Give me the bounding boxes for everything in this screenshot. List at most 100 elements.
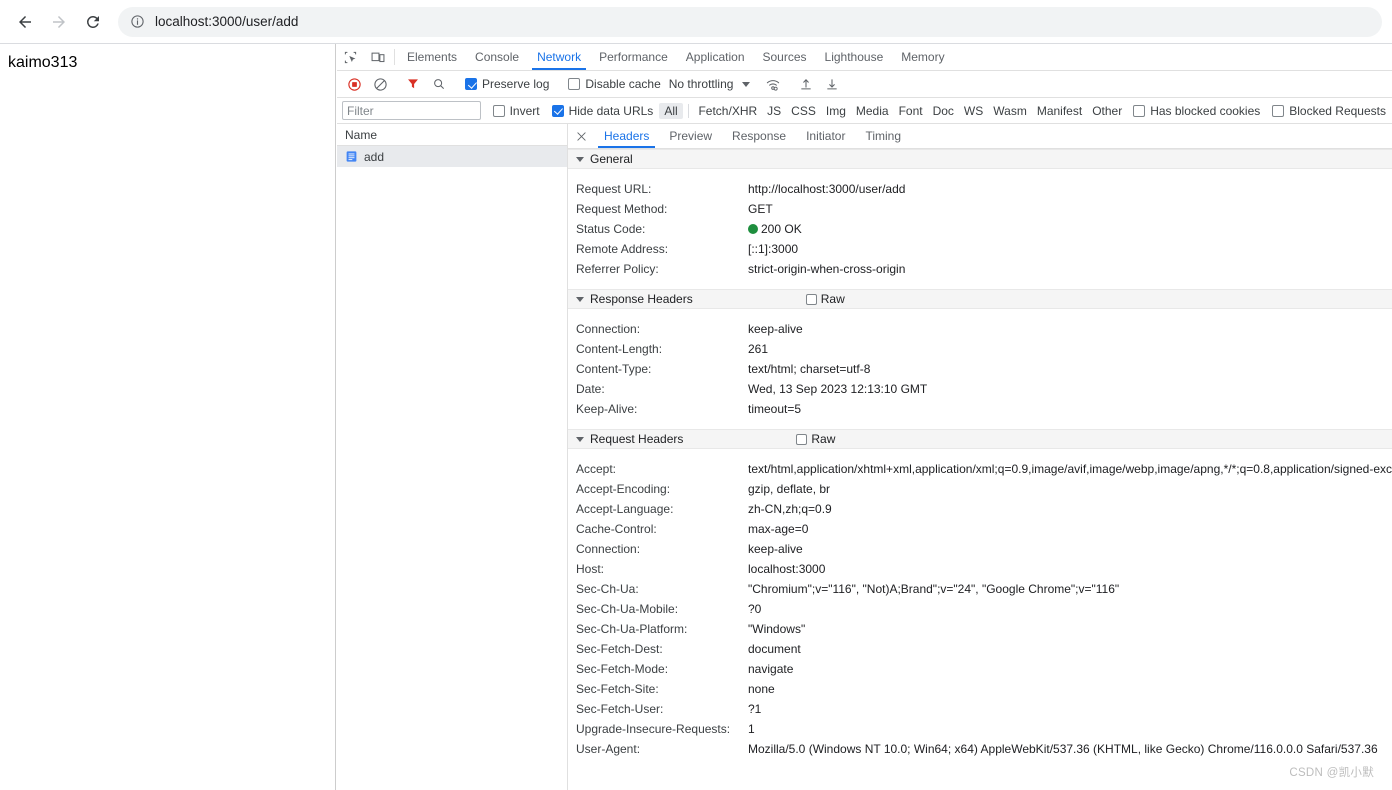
network-conditions-button[interactable] [760, 72, 786, 96]
header-row: Connection: keep-alive [568, 319, 1392, 339]
disable-cache-checkbox[interactable]: Disable cache [562, 77, 666, 91]
filter-type-wasm[interactable]: Wasm [988, 103, 1032, 119]
section-request-headers-title: Request Headers [590, 432, 684, 446]
browser-toolbar: localhost:3000/user/add [0, 0, 1392, 44]
header-row: Sec-Fetch-Mode: navigate [568, 659, 1392, 679]
filter-type-fetch-xhr[interactable]: Fetch/XHR [693, 103, 762, 119]
header-key: Sec-Ch-Ua-Platform: [576, 622, 688, 636]
chevron-down-icon[interactable] [742, 81, 751, 87]
record-button[interactable] [341, 72, 367, 96]
detail-tab-timing[interactable]: Timing [855, 124, 911, 148]
header-value: ?0 [748, 602, 762, 616]
headers-content: General Request URL: http://localhost:30… [568, 149, 1392, 790]
request-raw-label: Raw [811, 432, 836, 446]
wifi-settings-icon [767, 79, 780, 91]
inspect-cursor-icon [344, 51, 357, 63]
invert-checkbox[interactable]: Invert [487, 104, 546, 118]
devtools-tab-performance[interactable]: Performance [590, 44, 677, 70]
section-response-headers-header[interactable]: Response Headers Raw [568, 289, 1392, 309]
document-file-icon [346, 151, 357, 162]
devtools-tab-elements[interactable]: Elements [398, 44, 466, 70]
devtools-tabbar: Elements Console Network Performance App… [337, 44, 1392, 71]
detail-tab-preview[interactable]: Preview [659, 124, 722, 148]
has-blocked-cookies-checkbox[interactable]: Has blocked cookies [1127, 104, 1266, 118]
header-value: "Chromium";v="116", "Not)A;Brand";v="24"… [748, 582, 1120, 596]
close-detail-button[interactable] [568, 124, 594, 148]
header-value: localhost:3000 [748, 562, 826, 576]
site-info-icon[interactable] [130, 14, 145, 29]
header-key: Accept-Encoding: [576, 482, 671, 496]
device-toolbar-toggle-button[interactable] [364, 44, 391, 70]
devtools-tab-lighthouse[interactable]: Lighthouse [816, 44, 893, 70]
devtools-tab-memory[interactable]: Memory [892, 44, 953, 70]
header-value: GET [748, 202, 773, 216]
filter-input[interactable]: Filter [342, 101, 481, 120]
response-raw-checkbox[interactable]: Raw [805, 292, 845, 306]
devtools-tab-application[interactable]: Application [677, 44, 754, 70]
request-detail-pane: Headers Preview Response Initiator Timin… [568, 124, 1392, 790]
header-key: Sec-Fetch-Site: [576, 682, 659, 696]
throttling-select[interactable]: No throttling [667, 77, 734, 91]
filter-type-manifest[interactable]: Manifest [1032, 103, 1087, 119]
detail-tab-response[interactable]: Response [722, 124, 796, 148]
filter-toggle-button[interactable] [400, 72, 426, 96]
filter-type-img[interactable]: Img [821, 103, 851, 119]
header-value: keep-alive [748, 322, 803, 336]
header-row-status: Status Code: 200 OK [568, 219, 1392, 239]
header-key: Content-Length: [576, 342, 663, 356]
header-row: Sec-Fetch-User: ?1 [568, 699, 1392, 719]
close-icon [576, 131, 586, 141]
section-request-headers-header[interactable]: Request Headers Raw [568, 429, 1392, 449]
devtools-tab-console[interactable]: Console [466, 44, 528, 70]
clear-button[interactable] [367, 72, 393, 96]
import-har-button[interactable] [793, 72, 819, 96]
clear-circle-slash-icon [373, 77, 387, 91]
filter-type-all[interactable]: All [659, 102, 683, 119]
search-button[interactable] [426, 72, 452, 96]
header-key: Cache-Control: [576, 522, 657, 536]
request-raw-checkbox[interactable]: Raw [796, 432, 835, 446]
search-icon [434, 79, 445, 90]
info-circle-icon [131, 15, 144, 28]
devtools-tab-network[interactable]: Network [528, 44, 590, 70]
preserve-log-checkbox[interactable]: Preserve log [459, 77, 555, 91]
document-icon [345, 150, 358, 163]
filter-type-ws[interactable]: WS [959, 103, 988, 119]
inspect-element-button[interactable] [337, 44, 364, 70]
devtools-panel: Elements Console Network Performance App… [337, 44, 1392, 790]
blocked-requests-checkbox[interactable]: Blocked Requests [1266, 104, 1392, 118]
reload-button[interactable] [78, 7, 108, 37]
export-har-button[interactable] [819, 72, 845, 96]
hide-data-urls-label: Hide data URLs [568, 103, 654, 118]
network-filter-bar: Filter Invert Hide data URLs All Fetch/X… [337, 98, 1392, 124]
filter-type-css[interactable]: CSS [786, 103, 821, 119]
header-value: ?1 [748, 702, 762, 716]
blocked-requests-checkbox-box [1272, 104, 1285, 117]
devtools-tab-sources[interactable]: Sources [754, 44, 816, 70]
address-bar[interactable]: localhost:3000/user/add [118, 6, 1382, 37]
detail-tab-initiator[interactable]: Initiator [796, 124, 855, 148]
header-row: Sec-Ch-Ua-Platform: "Windows" [568, 619, 1392, 639]
section-general-header[interactable]: General [568, 149, 1392, 169]
has-blocked-cookies-checkbox-box [1133, 104, 1146, 117]
request-row-add[interactable]: add [337, 146, 567, 167]
detail-tab-headers[interactable]: Headers [594, 124, 659, 148]
header-row: Sec-Fetch-Site: none [568, 679, 1392, 699]
filter-type-media[interactable]: Media [851, 103, 894, 119]
filter-type-doc[interactable]: Doc [928, 103, 959, 119]
back-button[interactable] [10, 7, 40, 37]
header-value: strict-origin-when-cross-origin [748, 262, 906, 276]
filter-type-js[interactable]: JS [762, 103, 786, 119]
request-raw-checkbox-box [796, 433, 808, 445]
filter-type-font[interactable]: Font [894, 103, 928, 119]
header-row: Content-Type: text/html; charset=utf-8 [568, 359, 1392, 379]
request-list: Name add [337, 124, 568, 790]
reload-icon [86, 15, 99, 28]
header-key: Remote Address: [576, 242, 669, 256]
forward-button[interactable] [44, 7, 74, 37]
hide-data-urls-checkbox[interactable]: Hide data URLs [546, 104, 660, 118]
header-value: Wed, 13 Sep 2023 12:13:10 GMT [748, 382, 928, 396]
filter-type-other[interactable]: Other [1087, 103, 1127, 119]
